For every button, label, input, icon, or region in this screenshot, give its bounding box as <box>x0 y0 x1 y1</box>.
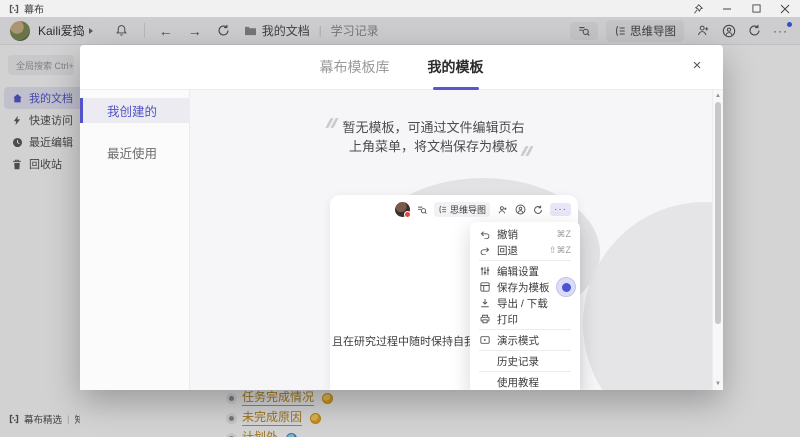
menu-item-tutorial: 使用教程 <box>470 374 580 390</box>
illustration-toolbar: 思维导图 ··· <box>395 202 571 217</box>
empty-state-text: 暂无模板，可通过文件编辑页右 上角菜单，将文档保存为模板 <box>190 118 723 156</box>
scroll-down-icon[interactable]: ▼ <box>713 380 723 388</box>
template-modal: 幕布模板库 我的模板 × 我创建的 最近使用 暂无模板，可通过文件编辑页右 上角… <box>80 45 723 390</box>
undo-icon <box>479 230 490 239</box>
minimize-button[interactable] <box>721 3 733 15</box>
menu-divider <box>479 329 571 330</box>
quote-close-icon <box>523 146 531 156</box>
menu-item-export-download: 导出 / 下载 <box>470 295 580 311</box>
template-icon <box>479 282 490 292</box>
window-titlebar: 幕布 <box>0 0 800 17</box>
close-window-button[interactable] <box>779 3 791 15</box>
illustration-doc-text: 且在研究过程中随时保持自我批 <box>332 333 486 349</box>
sliders-icon <box>479 266 490 276</box>
close-icon[interactable]: × <box>688 56 706 74</box>
sync-icon <box>533 205 543 215</box>
illustration-dropdown-menu: 撤销 ⌘Z 回退 ⇧⌘Z 编辑设置 保存为模板 <box>470 222 580 390</box>
search-icon <box>417 205 427 215</box>
quote-open-icon <box>328 118 336 128</box>
window-title: 幕布 <box>24 1 44 16</box>
menu-item-history: 历史记录 <box>470 353 580 369</box>
modal-scrollbar[interactable]: ▲ ▼ <box>712 90 723 390</box>
redo-icon <box>479 246 490 255</box>
menu-item-redo: 回退 ⇧⌘Z <box>470 242 580 258</box>
menu-item-presentation-mode: 演示模式 <box>470 332 580 348</box>
scroll-up-icon[interactable]: ▲ <box>713 92 723 100</box>
menu-item-undo: 撤销 ⌘Z <box>470 226 580 242</box>
modal-content: 暂无模板，可通过文件编辑页右 上角菜单，将文档保存为模板 <box>190 90 723 390</box>
maximize-button[interactable] <box>750 3 762 15</box>
scrollbar-thumb[interactable] <box>715 102 721 324</box>
modal-nav-recently-used[interactable]: 最近使用 <box>80 140 189 165</box>
mindmap-icon <box>438 205 447 214</box>
more-menu-icon: ··· <box>550 203 571 216</box>
collaborators-icon <box>515 204 526 215</box>
download-icon <box>479 298 490 308</box>
share-user-icon <box>497 205 508 215</box>
app-logo-icon <box>9 4 19 14</box>
menu-divider <box>479 350 571 351</box>
modal-sidebar: 我创建的 最近使用 <box>80 90 190 390</box>
modal-nav-created-by-me[interactable]: 我创建的 <box>80 98 189 123</box>
printer-icon <box>479 314 490 324</box>
modal-body: 我创建的 最近使用 暂无模板，可通过文件编辑页右 上角菜单，将文档保存为模板 <box>80 90 723 390</box>
app-window: 幕布 Kaili爱捣 ← → 我的文档 | 学习记录 <box>0 0 800 437</box>
menu-item-save-as-template: 保存为模板 <box>470 279 580 295</box>
avatar <box>395 202 410 217</box>
onboarding-beacon <box>556 277 576 297</box>
menu-divider <box>479 260 571 261</box>
illustration-blob-right <box>583 202 723 390</box>
tab-template-library[interactable]: 幕布模板库 <box>320 57 390 77</box>
menu-divider <box>479 371 571 372</box>
modal-header: 幕布模板库 我的模板 × <box>80 45 723 90</box>
menu-item-print: 打印 <box>470 311 580 327</box>
tab-my-templates[interactable]: 我的模板 <box>428 57 484 77</box>
presentation-icon <box>479 335 490 345</box>
pin-icon[interactable] <box>692 3 704 15</box>
mindmap-button: 思维导图 <box>434 202 490 217</box>
